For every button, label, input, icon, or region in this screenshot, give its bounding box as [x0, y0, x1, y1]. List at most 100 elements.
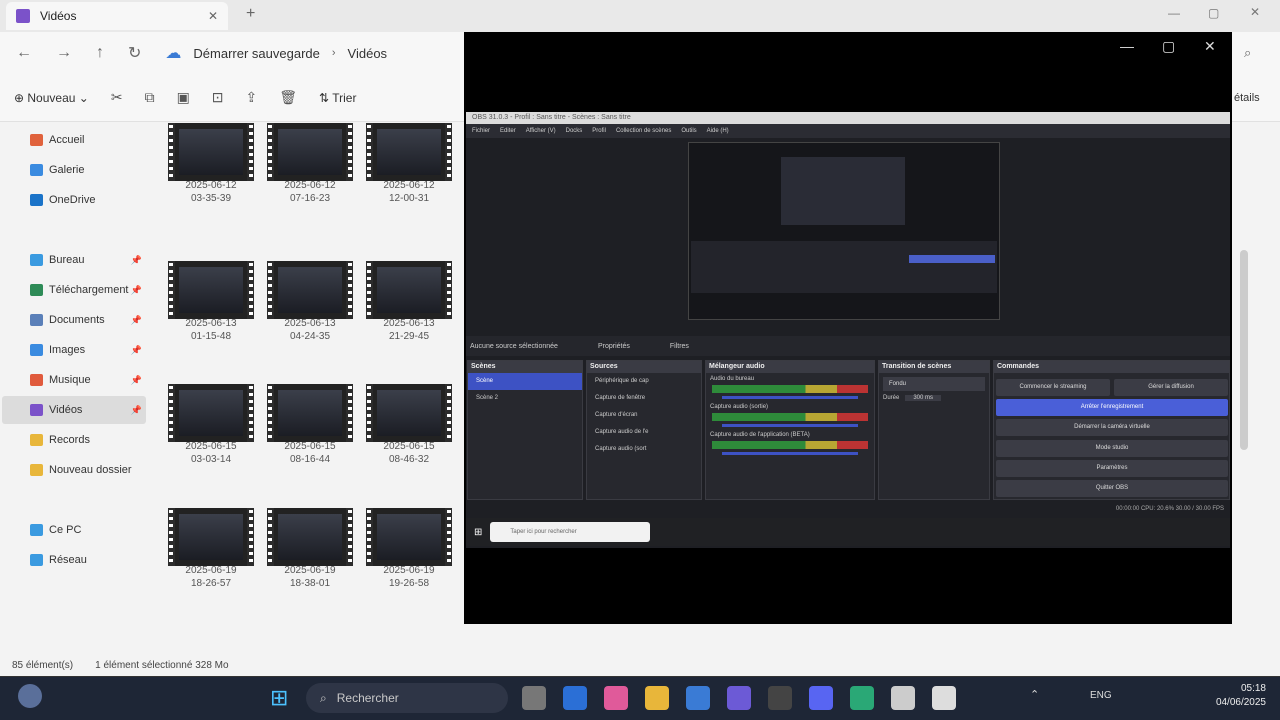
copy-icon[interactable]: ⧉: [145, 89, 155, 106]
sidebar-item[interactable]: Réseau: [30, 547, 148, 573]
sidebar-item[interactable]: Galerie: [30, 157, 148, 183]
sidebar-item[interactable]: Bureau 📌: [30, 247, 148, 273]
source-item[interactable]: Capture audio de l'e: [587, 424, 701, 441]
chevron-up-icon[interactable]: ⌃: [1030, 688, 1039, 701]
video-thumbnail[interactable]: [168, 508, 254, 566]
sidebar-item[interactable]: Accueil: [30, 127, 148, 153]
obs-preview[interactable]: [688, 142, 1000, 320]
sidebar-item[interactable]: Images 📌: [30, 337, 148, 363]
file-name[interactable]: 2025-06-13 21-29-45: [361, 317, 457, 343]
file-name[interactable]: 2025-06-19 19-26-58: [361, 564, 457, 590]
video-thumbnail[interactable]: [267, 508, 353, 566]
minimize-icon[interactable]: —: [1168, 6, 1180, 20]
obs-menu-item[interactable]: Aide (H): [707, 128, 729, 134]
video-thumbnail[interactable]: [267, 384, 353, 442]
new-button[interactable]: ⊕ Nouveau ⌄: [14, 91, 89, 105]
new-tab-icon[interactable]: +: [246, 5, 255, 23]
file-name[interactable]: 2025-06-13 04-24-35: [262, 317, 358, 343]
sidebar-item[interactable]: Nouveau dossier: [30, 457, 148, 483]
outlook-icon[interactable]: [686, 686, 710, 710]
video-thumbnail[interactable]: [267, 261, 353, 319]
video-thumbnail[interactable]: [267, 123, 353, 181]
file-name[interactable]: 2025-06-12 03-35-39: [163, 179, 259, 205]
breadcrumb-item[interactable]: Démarrer sauvegarde: [193, 46, 319, 61]
volume-slider[interactable]: [722, 452, 858, 455]
close-icon[interactable]: ✕: [1204, 38, 1216, 55]
start-streaming-button[interactable]: Commencer le streaming: [996, 379, 1110, 396]
volume-slider[interactable]: [722, 396, 858, 399]
maximize-icon[interactable]: ▢: [1208, 6, 1219, 20]
obs-menu-item[interactable]: Fichier: [472, 128, 490, 134]
maximize-icon[interactable]: ▢: [1162, 38, 1175, 55]
source-item[interactable]: Périphérique de cap: [587, 373, 701, 390]
app-icon[interactable]: [563, 686, 587, 710]
quit-button[interactable]: Quitter OBS: [996, 480, 1228, 497]
video-thumbnail[interactable]: [366, 123, 452, 181]
scrollbar[interactable]: [1240, 250, 1248, 450]
sidebar-item[interactable]: Musique 📌: [30, 367, 148, 393]
search-icon[interactable]: ⌕: [1244, 45, 1251, 61]
virtual-camera-button[interactable]: Démarrer la caméra virtuelle: [996, 419, 1228, 436]
sidebar-item[interactable]: OneDrive: [30, 187, 148, 213]
scene-item[interactable]: Scène 2: [468, 390, 582, 407]
sidebar-item[interactable]: Records: [30, 427, 148, 453]
media-player-icon[interactable]: [932, 686, 956, 710]
forward-icon[interactable]: →: [56, 44, 72, 62]
file-explorer-icon[interactable]: [645, 686, 669, 710]
video-thumbnail[interactable]: [366, 261, 452, 319]
weather-icon[interactable]: [18, 684, 42, 708]
video-thumbnail[interactable]: [168, 384, 254, 442]
obs-menu-item[interactable]: Collection de scènes: [616, 128, 671, 134]
sidebar-item[interactable]: Ce PC: [30, 517, 148, 543]
share-icon[interactable]: ⇪: [246, 89, 258, 106]
teams-icon[interactable]: [727, 686, 751, 710]
audio-icon[interactable]: [891, 686, 915, 710]
minimize-icon[interactable]: —: [1120, 38, 1134, 54]
rename-icon[interactable]: ⊡: [212, 89, 224, 106]
refresh-icon[interactable]: ↻: [128, 43, 141, 63]
close-tab-icon[interactable]: ✕: [208, 9, 218, 23]
edge-icon[interactable]: [850, 686, 874, 710]
transition-select[interactable]: Fondu: [883, 377, 985, 391]
filters-button[interactable]: Filtres: [670, 343, 689, 350]
studio-mode-button[interactable]: Mode studio: [996, 440, 1228, 457]
delete-icon[interactable]: 🗑: [279, 89, 297, 106]
video-thumbnail[interactable]: [366, 384, 452, 442]
duration-field[interactable]: 300 ms: [905, 395, 942, 401]
taskbar-search[interactable]: ⌕ Rechercher: [306, 683, 508, 713]
volume-slider[interactable]: [722, 424, 858, 427]
close-window-icon[interactable]: ✕: [1250, 5, 1260, 19]
video-thumbnail[interactable]: [168, 261, 254, 319]
copilot-icon[interactable]: [604, 686, 628, 710]
obs-menu-item[interactable]: Editer: [500, 128, 516, 134]
cut-icon[interactable]: ✂: [111, 89, 123, 106]
breadcrumb-item[interactable]: Vidéos: [348, 46, 388, 61]
language-indicator[interactable]: ENG: [1090, 690, 1112, 701]
task-view-icon[interactable]: [522, 686, 546, 710]
clock[interactable]: 05:18 04/06/2025: [1216, 682, 1266, 710]
obs-icon[interactable]: [768, 686, 792, 710]
obs-menu-item[interactable]: Docks: [566, 128, 583, 134]
scene-item[interactable]: Scène: [468, 373, 582, 390]
source-item[interactable]: Capture audio (sort: [587, 441, 701, 458]
video-thumbnail[interactable]: [366, 508, 452, 566]
video-thumbnail[interactable]: [168, 123, 254, 181]
details-button[interactable]: étails: [1234, 92, 1260, 104]
sidebar-item[interactable]: Documents 📌: [30, 307, 148, 333]
obs-menu-item[interactable]: Outils: [681, 128, 696, 134]
back-icon[interactable]: ←: [16, 44, 32, 62]
file-name[interactable]: 2025-06-15 08-16-44: [262, 440, 358, 466]
obs-menu-item[interactable]: Afficher (V): [526, 128, 556, 134]
sidebar-item[interactable]: Téléchargement 📌: [30, 277, 148, 303]
breadcrumb[interactable]: ☁ Démarrer sauvegarde › Vidéos: [165, 43, 387, 63]
windows-start-icon[interactable]: ⊞: [270, 685, 288, 711]
sidebar-item[interactable]: Vidéos 📌: [30, 397, 148, 423]
obs-menu-item[interactable]: Profil: [592, 128, 606, 134]
stop-recording-button[interactable]: Arrêter l'enregistrement: [996, 399, 1228, 416]
manage-broadcast-button[interactable]: Gérer la diffusion: [1114, 379, 1228, 396]
up-icon[interactable]: ↑: [96, 44, 104, 62]
file-name[interactable]: 2025-06-12 07-16-23: [262, 179, 358, 205]
sort-button[interactable]: ⇅ Trier: [319, 91, 356, 105]
file-name[interactable]: 2025-06-13 01-15-48: [163, 317, 259, 343]
file-name[interactable]: 2025-06-19 18-38-01: [262, 564, 358, 590]
